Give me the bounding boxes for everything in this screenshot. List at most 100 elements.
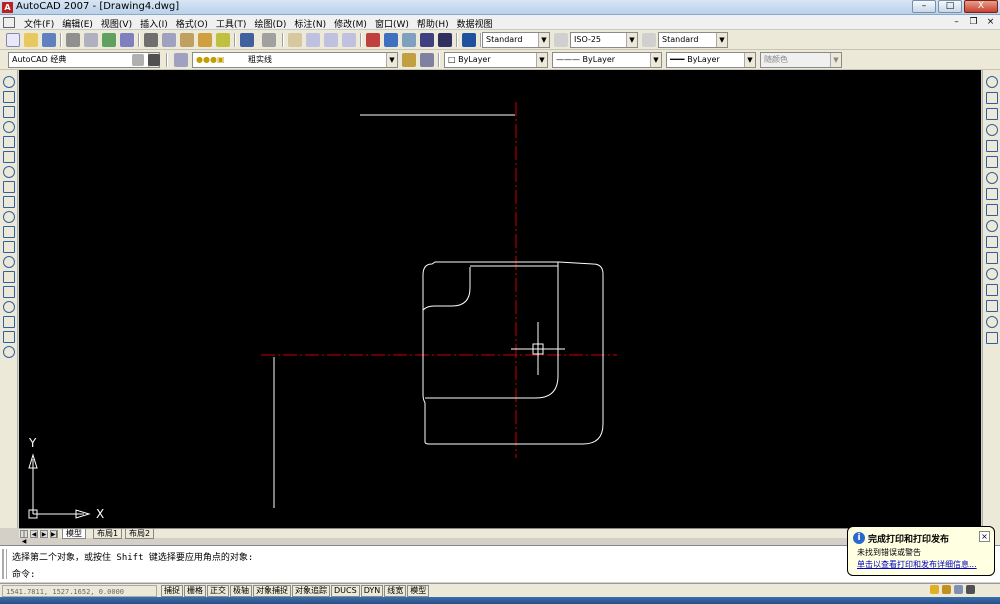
maximize-button[interactable]: □ — [938, 0, 962, 13]
document-icon[interactable] — [3, 17, 15, 28]
rectangle-icon[interactable] — [3, 136, 15, 148]
tab-model[interactable]: 模型 — [62, 529, 86, 539]
balloon-close-button[interactable]: × — [979, 531, 990, 542]
pan-icon[interactable] — [288, 33, 302, 47]
construction-line-icon[interactable] — [3, 91, 15, 103]
comm-center-icon[interactable] — [954, 585, 963, 594]
multiline-text-icon[interactable] — [3, 346, 15, 358]
balloon-details-link[interactable]: 单击以查看打印和发布详细信息... — [857, 559, 977, 570]
block-editor-icon[interactable] — [216, 33, 230, 47]
osnap-toggle[interactable]: 对象捕捉 — [253, 585, 291, 597]
explode-icon[interactable] — [986, 332, 998, 344]
paste-icon[interactable] — [180, 33, 194, 47]
table-style-icon[interactable] — [642, 33, 656, 47]
ellipse-arc-icon[interactable] — [3, 226, 15, 238]
open-icon[interactable] — [24, 33, 38, 47]
insert-block-icon[interactable] — [3, 241, 15, 253]
tab-layout1[interactable]: 布局1 — [93, 529, 123, 539]
properties-icon[interactable] — [366, 33, 380, 47]
doc-restore-button[interactable]: ❐ — [967, 16, 980, 28]
plot-icon[interactable] — [66, 33, 80, 47]
offset-icon[interactable] — [986, 124, 998, 136]
design-center-icon[interactable] — [384, 33, 398, 47]
help-icon[interactable] — [462, 33, 476, 47]
copy-icon[interactable] — [986, 92, 998, 104]
layer-manager-icon[interactable] — [174, 53, 188, 67]
array-icon[interactable] — [986, 140, 998, 152]
circle-icon[interactable] — [3, 166, 15, 178]
layer-previous-icon[interactable] — [420, 53, 434, 67]
plot-preview-icon[interactable] — [84, 33, 98, 47]
zoom-window-icon[interactable] — [324, 33, 338, 47]
last-tab-arrow-icon[interactable]: ▶| — [50, 530, 58, 538]
doc-minimize-button[interactable]: – — [950, 16, 963, 28]
scale-icon[interactable] — [986, 188, 998, 200]
menu-help[interactable]: 帮助(H) — [413, 16, 453, 31]
plot-notification-balloon[interactable]: i 完成打印和打印发布 × 未找到错误或警告 单击以查看打印和发布详细信息... — [847, 526, 995, 576]
table-icon[interactable] — [3, 331, 15, 343]
break-at-point-icon[interactable] — [986, 252, 998, 264]
ellipse-icon[interactable] — [3, 211, 15, 223]
3d-dwf-icon[interactable] — [120, 33, 134, 47]
menu-view[interactable]: 视图(V) — [97, 16, 136, 31]
rotate-icon[interactable] — [986, 172, 998, 184]
text-style-select[interactable]: Standard ▼ — [482, 32, 550, 48]
move-icon[interactable] — [986, 156, 998, 168]
zoom-previous-icon[interactable] — [342, 33, 356, 47]
grid-toggle[interactable]: 栅格 — [184, 585, 206, 597]
redo-icon[interactable] — [262, 33, 276, 47]
lineweight-select[interactable]: ━━━ ByLayer ▼ — [666, 52, 756, 68]
menu-data-view[interactable]: 数据视图 — [453, 16, 497, 31]
make-block-icon[interactable] — [3, 256, 15, 268]
close-button[interactable]: X — [964, 0, 998, 13]
prev-tab-arrow-icon[interactable]: ◀ — [30, 530, 38, 538]
stretch-icon[interactable] — [986, 204, 998, 216]
command-window-handle[interactable] — [2, 549, 7, 579]
trim-icon[interactable] — [986, 220, 998, 232]
menu-dimension[interactable]: 标注(N) — [290, 16, 330, 31]
sheet-set-icon[interactable] — [420, 33, 434, 47]
plot-status-icon[interactable] — [930, 585, 939, 594]
undo-icon[interactable] — [240, 33, 254, 47]
doc-close-button[interactable]: × — [984, 16, 997, 28]
menu-tools[interactable]: 工具(T) — [212, 16, 251, 31]
tab-layout2[interactable]: 布局2 — [125, 529, 155, 539]
cut-icon[interactable] — [144, 33, 158, 47]
ducs-toggle[interactable]: DUCS — [331, 585, 360, 597]
first-tab-arrow-icon[interactable]: |◀ — [20, 530, 28, 545]
spline-icon[interactable] — [3, 196, 15, 208]
snap-toggle[interactable]: 捕捉 — [161, 585, 183, 597]
fillet-icon[interactable] — [986, 316, 998, 328]
match-properties-icon[interactable] — [198, 33, 212, 47]
workspace-save-icon[interactable] — [148, 54, 160, 66]
break-icon[interactable] — [986, 268, 998, 280]
dim-style-icon[interactable] — [554, 33, 568, 47]
zoom-realtime-icon[interactable] — [306, 33, 320, 47]
region-icon[interactable] — [3, 316, 15, 328]
point-icon[interactable] — [3, 271, 15, 283]
dyn-toggle[interactable]: DYN — [360, 585, 384, 597]
model-toggle[interactable]: 模型 — [407, 585, 430, 597]
menu-modify[interactable]: 修改(M) — [330, 16, 371, 31]
tool-palettes-icon[interactable] — [402, 33, 416, 47]
extend-icon[interactable] — [986, 236, 998, 248]
lock-icon[interactable] — [942, 585, 951, 594]
hatch-icon[interactable] — [3, 286, 15, 298]
polygon-icon[interactable] — [3, 121, 15, 133]
menu-insert[interactable]: 插入(I) — [136, 16, 172, 31]
polar-toggle[interactable]: 极轴 — [230, 585, 252, 597]
color-select[interactable]: □ ByLayer ▼ — [444, 52, 548, 68]
plotstyle-select[interactable]: 随颜色 ▼ — [760, 52, 842, 68]
copy-icon[interactable] — [162, 33, 176, 47]
next-tab-arrow-icon[interactable]: ▶ — [40, 530, 48, 538]
make-object-layer-current-icon[interactable] — [402, 53, 416, 67]
polyline-icon[interactable] — [3, 106, 15, 118]
arc-icon[interactable] — [3, 151, 15, 163]
publish-icon[interactable] — [102, 33, 116, 47]
workspace-settings-icon[interactable] — [132, 54, 144, 66]
revision-cloud-icon[interactable] — [3, 181, 15, 193]
lineweight-toggle[interactable]: 线宽 — [384, 585, 407, 597]
menu-window[interactable]: 窗口(W) — [371, 16, 413, 31]
layer-select[interactable]: ●●●▣ 粗实线 ▼ — [192, 52, 398, 68]
menu-file[interactable]: 文件(F) — [20, 16, 58, 31]
